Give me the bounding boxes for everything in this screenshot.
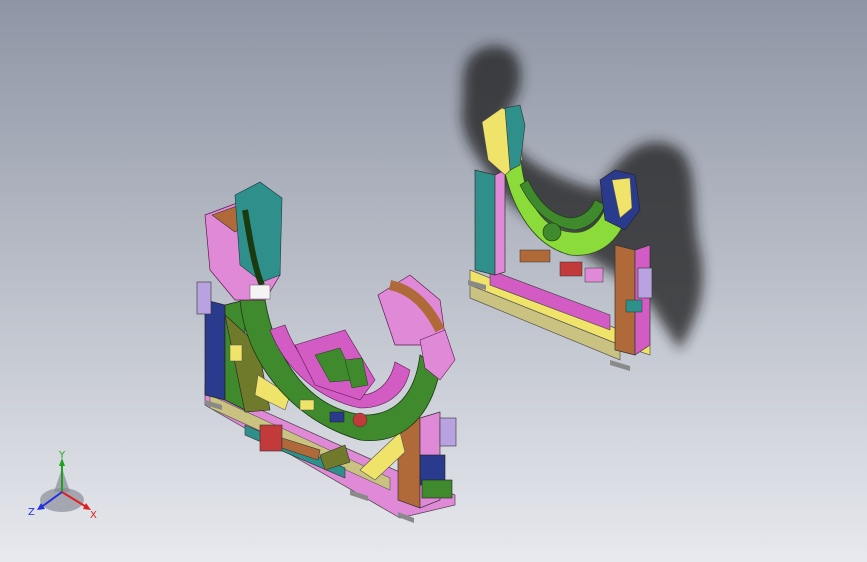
front-left-cylinder <box>196 281 212 315</box>
rear-detail-block <box>519 249 551 263</box>
front-detail-block <box>329 411 345 423</box>
graphics-viewport[interactable]: Y X Z <box>0 0 867 562</box>
front-left-upright <box>204 299 226 401</box>
rear-detail-block <box>559 261 583 277</box>
rear-cradle-hub <box>542 222 562 242</box>
rear-left-upright <box>474 169 496 276</box>
front-drive-motor <box>259 424 283 452</box>
rear-cylinder-mount <box>625 299 643 313</box>
rear-cylinder <box>637 267 653 299</box>
front-left-clamp-pad <box>249 284 271 300</box>
rear-detail-block <box>584 267 604 283</box>
front-detail-block <box>229 344 243 362</box>
front-bearing <box>352 412 368 428</box>
front-right-block-lower <box>421 479 453 499</box>
model-view[interactable]: Y X Z <box>0 0 867 562</box>
y-axis-label: Y <box>58 450 66 461</box>
x-axis-label: X <box>90 510 97 521</box>
front-detail-block <box>299 399 315 411</box>
front-right-cylinder <box>439 417 457 447</box>
z-axis-label: Z <box>28 507 35 518</box>
rear-left-upright-side <box>494 169 506 276</box>
